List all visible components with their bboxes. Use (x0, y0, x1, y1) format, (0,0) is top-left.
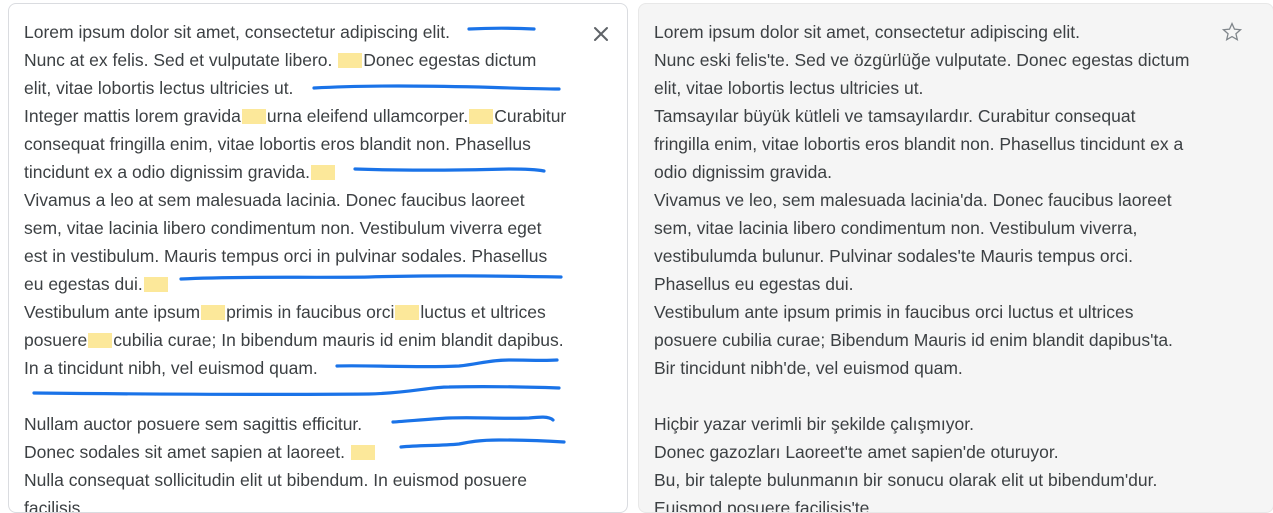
target-line: Tamsayılar büyük kütleli ve tamsayılardı… (654, 106, 1136, 126)
target-line (654, 382, 1214, 410)
source-panel[interactable]: Lorem ipsum dolor sit amet, consectetur … (8, 3, 628, 513)
source-line: facilisis. (24, 498, 86, 513)
target-line: Bu, bir talepte bulunmanın bir sonucu ol… (654, 470, 1158, 490)
highlight-mark (88, 333, 113, 348)
source-line: Integer mattis lorem gravida urna eleifen… (24, 106, 567, 126)
highlight-mark (241, 109, 266, 124)
highlight-mark (350, 445, 375, 460)
source-text-area[interactable]: Lorem ipsum dolor sit amet, consectetur … (24, 18, 584, 513)
source-line: sem, vitae lacinia libero condimentum no… (24, 218, 542, 238)
source-line: Nunc at ex felis. Sed et vulputate liber… (24, 50, 537, 70)
source-line: Donec sodales sit amet sapien at laoreet… (24, 438, 584, 466)
source-line: posuere cubilia curae; In bibendum mauris… (24, 330, 564, 350)
source-line: Lorem ipsum dolor sit amet, consectetur … (24, 22, 451, 42)
save-translation-button[interactable] (1221, 21, 1243, 43)
source-line: Nulla consequat sollicitudin elit ut bib… (24, 470, 527, 490)
source-line: In a tincidunt nibh, vel euismod quam. (24, 358, 318, 378)
target-line: elit, vitae lobortis lectus ultricies ut… (654, 78, 924, 98)
target-line: odio dignissim gravida. (654, 162, 833, 182)
source-line: Nullam auctor posuere sem sagittis effic… (24, 414, 363, 434)
source-line: Vivamus a leo at sem malesuada lacinia. … (24, 190, 525, 210)
target-line: Phasellus eu egestas dui. (654, 274, 854, 294)
source-line (24, 382, 584, 410)
source-tab-indicator (97, 3, 161, 4)
source-line: consequat fringilla enim, vitae lobortis… (24, 134, 531, 154)
source-line: est in vestibulum. Mauris tempus orci in… (24, 246, 548, 266)
target-line: Vestibulum ante ipsum primis in faucibus… (654, 302, 1134, 322)
close-icon (594, 27, 608, 41)
source-line: eu egestas dui. (24, 270, 584, 298)
target-line: Hiçbir yazar verimli bir şekilde çalışmı… (654, 414, 974, 434)
target-line: posuere cubilia curae; Bibendum Mauris i… (654, 330, 1173, 350)
source-line: tincidunt ex a odio dignissim gravida. (24, 158, 584, 186)
highlight-mark (395, 305, 420, 320)
target-line: Lorem ipsum dolor sit amet, consectetur … (654, 22, 1081, 42)
target-line: Nunc eski felis'te. Sed ve özgürlüğe vul… (654, 50, 1190, 70)
highlight-mark (311, 165, 335, 180)
target-line: Euismod posuere facilisis'te. (654, 498, 875, 513)
translation-panel: Lorem ipsum dolor sit amet, consectetur … (638, 3, 1273, 513)
target-line: fringilla enim, vitae lobortis eros blan… (654, 134, 1184, 154)
source-line: Vestibulum ante ipsum primis in faucibus … (24, 302, 546, 322)
highlight-mark (338, 53, 363, 68)
translation-text: Lorem ipsum dolor sit amet, consectetur … (654, 18, 1214, 513)
target-line: Bir tincidunt nibh'de, vel euismod quam. (654, 358, 963, 378)
target-line: sem, vitae lacinia libero condimentum no… (654, 218, 1138, 238)
source-line: elit, vitae lobortis lectus ultricies ut… (24, 78, 294, 98)
highlight-mark (469, 109, 494, 124)
star-icon (1221, 21, 1243, 42)
clear-text-button[interactable] (589, 22, 613, 46)
target-line: Vivamus ve leo, sem malesuada lacinia'da… (654, 190, 1172, 210)
highlight-mark (201, 305, 226, 320)
target-tab-indicator (665, 3, 727, 4)
target-line: Donec gazozları Laoreet'te amet sapien'd… (654, 442, 1059, 462)
target-line: vestibulumda bulunur. Pulvinar sodales't… (654, 246, 1133, 266)
highlight-mark (143, 277, 168, 292)
